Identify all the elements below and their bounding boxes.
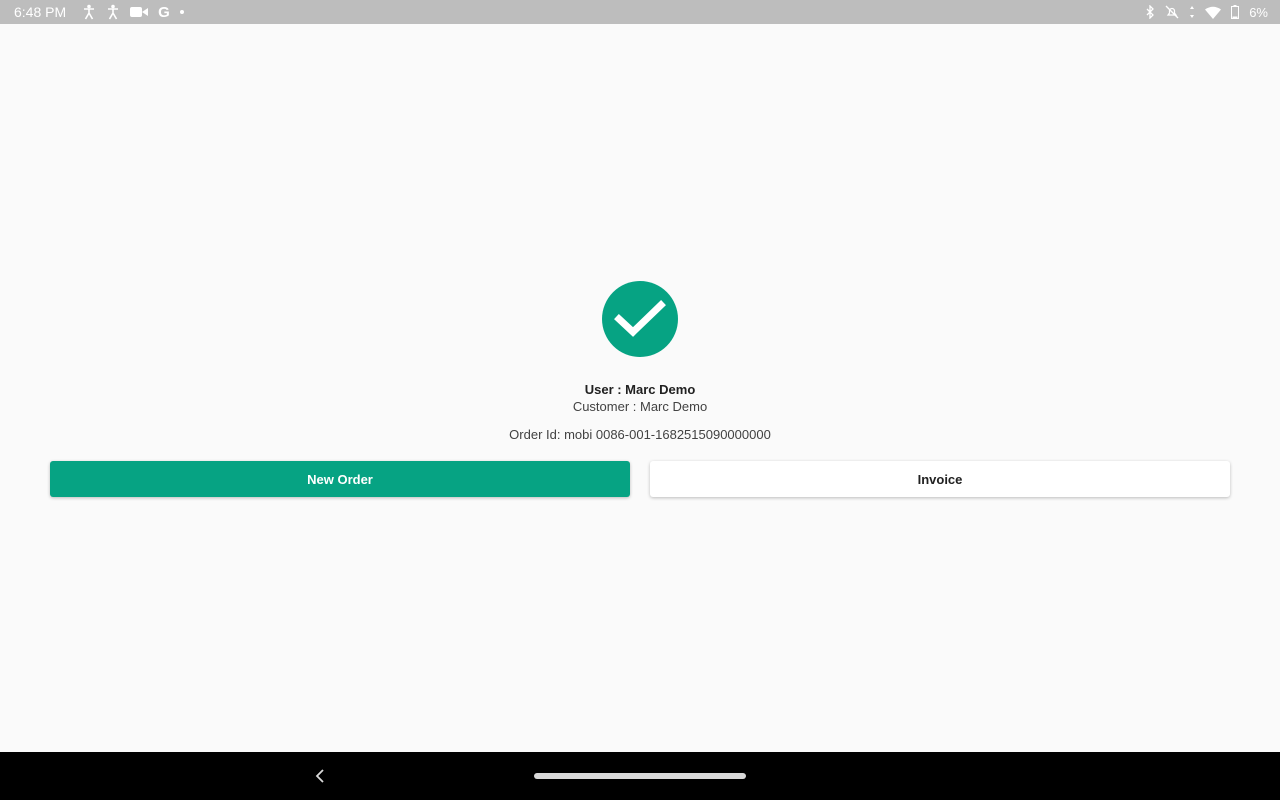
status-bar-right: 6% xyxy=(1145,4,1268,20)
customer-name-label: Customer : Marc Demo xyxy=(572,399,708,414)
battery-percentage: 6% xyxy=(1249,4,1268,20)
new-order-button[interactable]: New Order xyxy=(50,461,630,497)
google-icon: G xyxy=(158,3,170,21)
status-bar-left: 6:48 PM G xyxy=(14,3,184,21)
wifi-icon xyxy=(1205,4,1222,20)
accessibility-icon xyxy=(82,4,96,20)
home-pill-icon[interactable] xyxy=(534,773,746,779)
status-time: 6:48 PM xyxy=(14,4,67,20)
status-bar: 6:48 PM G 6% xyxy=(0,0,1280,24)
bluetooth-icon xyxy=(1145,4,1155,20)
dot-icon xyxy=(179,4,184,20)
invoice-button[interactable]: Invoice xyxy=(650,461,1230,497)
video-camera-icon xyxy=(130,4,149,20)
notifications-off-icon xyxy=(1165,4,1179,20)
back-icon[interactable] xyxy=(310,766,330,786)
battery-icon xyxy=(1231,4,1240,20)
check-circle-icon xyxy=(602,281,678,357)
order-id-label: Order Id: mobi 0086-001-1682515090000000 xyxy=(509,427,771,442)
user-name-label: User : Marc Demo xyxy=(584,382,696,397)
navigation-bar xyxy=(0,752,1280,800)
order-confirmation-screen: User : Marc Demo Customer : Marc Demo Or… xyxy=(0,24,1280,752)
data-arrows-icon xyxy=(1189,4,1195,20)
accessibility-icon xyxy=(106,4,120,20)
